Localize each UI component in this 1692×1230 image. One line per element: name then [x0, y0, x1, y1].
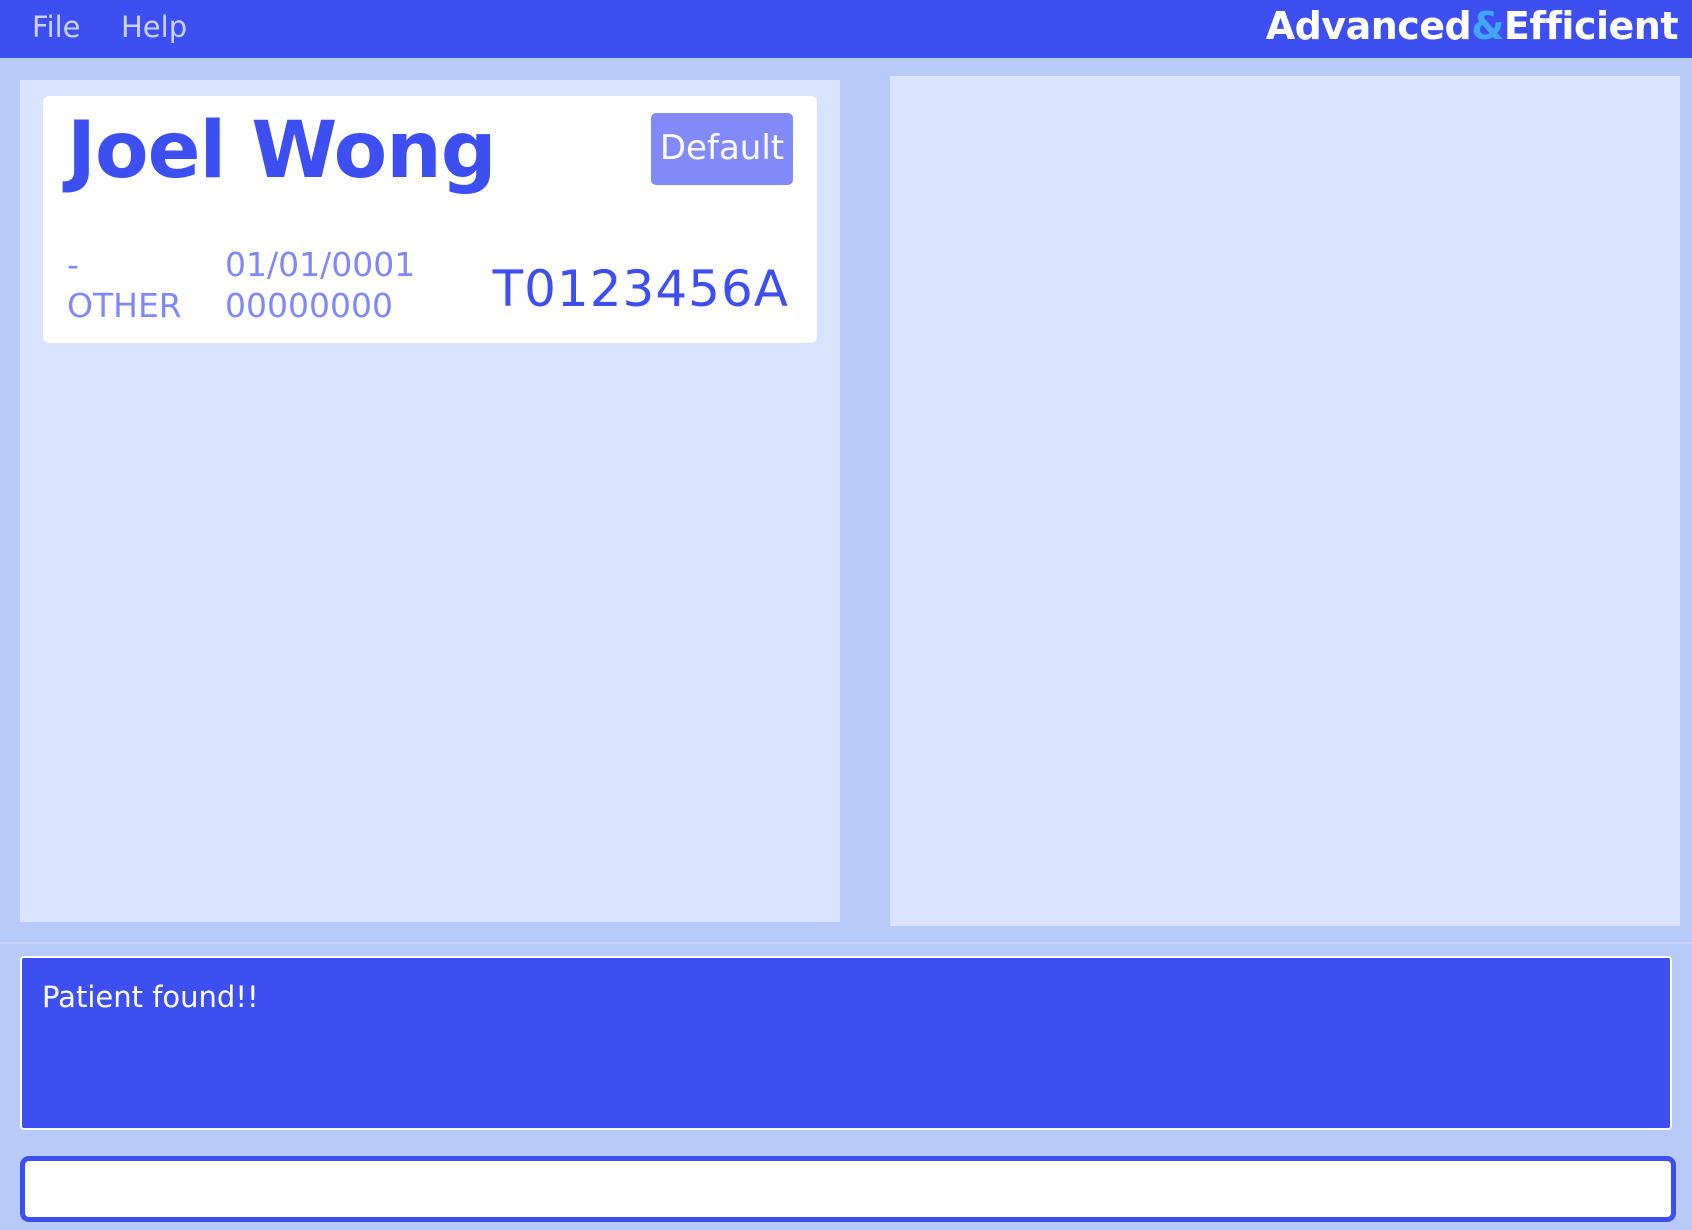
- result-display: Patient found!!: [20, 956, 1672, 1130]
- patient-tag-badge: Default: [651, 113, 793, 185]
- section-divider: [0, 942, 1692, 944]
- result-message: Patient found!!: [42, 980, 259, 1014]
- patient-card[interactable]: Joel Wong Default - OTHER 01/01/0001 000…: [43, 96, 817, 343]
- app-brand-logo: Advanced&Efficient: [1265, 4, 1679, 48]
- menu-help[interactable]: Help: [121, 10, 187, 44]
- patient-list-panel: Joel Wong Default - OTHER 01/01/0001 000…: [20, 80, 840, 922]
- patient-name: Joel Wong: [67, 106, 497, 196]
- patient-gender: OTHER: [67, 286, 182, 325]
- brand-ampersand: &: [1471, 4, 1504, 48]
- command-input[interactable]: [20, 1156, 1676, 1222]
- menu-bar: File Help Advanced&Efficient: [0, 0, 1692, 58]
- patient-phone: 00000000: [225, 286, 393, 325]
- patient-dob: 01/01/0001: [225, 245, 416, 284]
- brand-part-2: Efficient: [1503, 4, 1679, 48]
- brand-part-1: Advanced: [1265, 4, 1472, 48]
- detail-panel: [890, 76, 1680, 926]
- menu-file[interactable]: File: [32, 10, 81, 44]
- patient-blood-type: -: [67, 245, 79, 284]
- patient-nric: T0123456A: [492, 260, 789, 318]
